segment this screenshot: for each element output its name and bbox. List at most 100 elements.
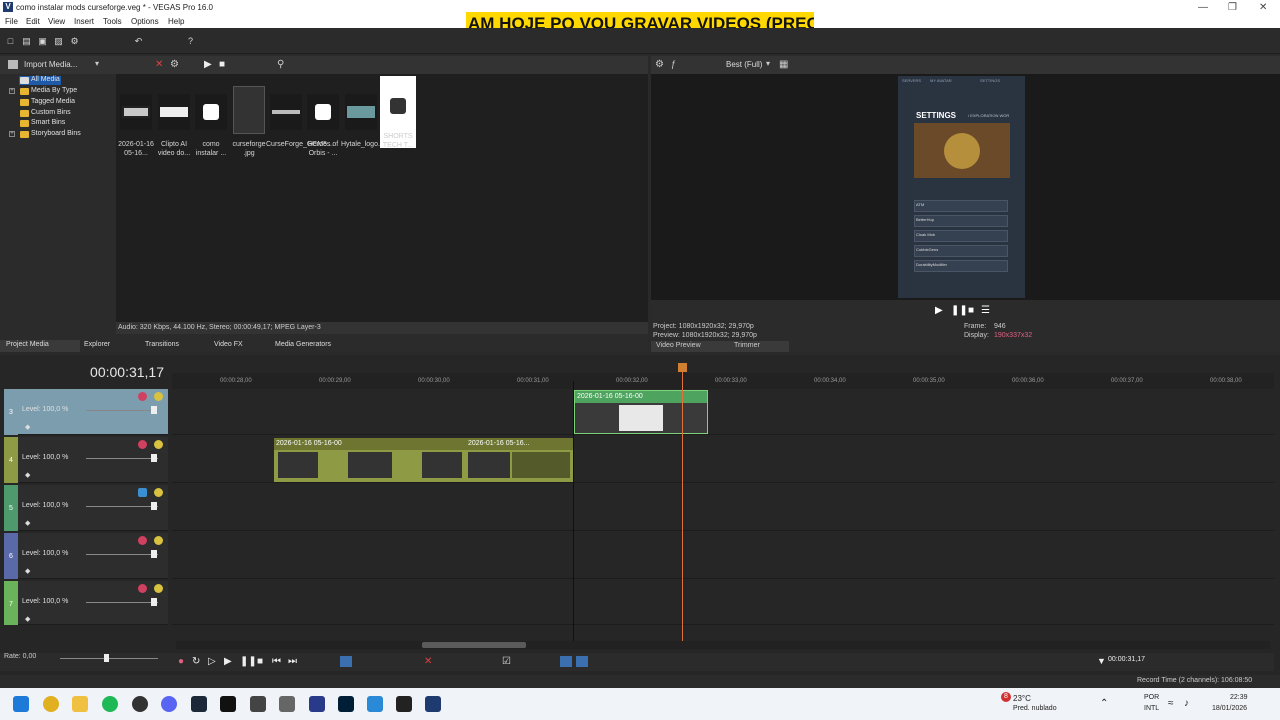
play-icon[interactable]: ▶ xyxy=(204,59,212,70)
keyframe-icon[interactable]: ◆ xyxy=(25,471,30,479)
app-icon[interactable] xyxy=(367,696,383,712)
import-media-button[interactable]: Import Media... xyxy=(24,60,77,69)
keyframe-icon[interactable]: ◆ xyxy=(25,615,30,623)
chevron-up-icon[interactable]: ⌃ xyxy=(1100,698,1108,709)
import-icon[interactable] xyxy=(8,60,18,69)
tree-custom-bins[interactable]: Custom Bins xyxy=(31,109,71,116)
fx-icon[interactable]: ƒ xyxy=(671,59,676,69)
expand-icon[interactable]: + xyxy=(9,131,15,137)
playhead-line[interactable] xyxy=(682,363,683,641)
solo-icon[interactable] xyxy=(154,584,163,593)
tree-storyboard-bins[interactable]: Storyboard Bins xyxy=(31,130,81,137)
track-lane-6[interactable] xyxy=(172,533,1274,579)
zoom-icon[interactable]: ⚲ xyxy=(277,59,284,70)
scrollbar-thumb[interactable] xyxy=(422,642,526,648)
media-item[interactable]: como instalar ... xyxy=(193,84,229,157)
go-to-end-icon[interactable]: ⏭ xyxy=(288,656,297,667)
tab-explorer[interactable]: Explorer xyxy=(84,341,110,348)
level-slider[interactable] xyxy=(86,410,158,411)
loop-icon[interactable]: ↻ xyxy=(192,656,200,667)
close-button[interactable]: ✕ xyxy=(1259,2,1267,13)
level-slider[interactable] xyxy=(86,506,158,507)
track-header-5[interactable]: 5 Level: 100,0 % ◆ xyxy=(4,485,168,531)
app-icon[interactable] xyxy=(250,696,266,712)
help-icon[interactable]: ? xyxy=(186,37,195,46)
settings-icon[interactable] xyxy=(279,696,295,712)
menu-options[interactable]: Options xyxy=(131,17,159,26)
solo-icon[interactable] xyxy=(154,440,163,449)
mute-icon[interactable] xyxy=(138,584,147,593)
media-item[interactable]: Hytale_logo.png xyxy=(341,84,392,148)
delete-icon[interactable]: ✕ xyxy=(424,656,432,667)
level-slider-knob[interactable] xyxy=(151,406,157,414)
arrow-app-icon[interactable] xyxy=(396,696,412,712)
tab-media-generators[interactable]: Media Generators xyxy=(275,341,331,348)
tab-video-preview[interactable]: Video Preview xyxy=(656,342,701,349)
quality-select[interactable]: Best (Full) xyxy=(726,60,762,69)
clock-time[interactable]: 22:39 xyxy=(1230,694,1248,701)
remove-icon[interactable]: ✕ xyxy=(155,59,163,70)
level-slider[interactable] xyxy=(86,458,158,459)
chevron-down-icon[interactable]: ▾ xyxy=(95,59,99,68)
menu-help[interactable]: Help xyxy=(168,17,184,26)
rate-slider-knob[interactable] xyxy=(104,654,109,662)
track-lane-5[interactable] xyxy=(172,485,1274,531)
keyframe-icon[interactable]: ◆ xyxy=(25,567,30,575)
new-icon[interactable]: □ xyxy=(6,37,15,46)
properties-icon[interactable]: ⚙ xyxy=(70,37,79,46)
expand-icon[interactable]: + xyxy=(9,88,15,94)
level-slider-knob[interactable] xyxy=(151,454,157,462)
capcut-icon[interactable] xyxy=(220,696,236,712)
maximize-button[interactable]: ❐ xyxy=(1228,2,1237,13)
chrome-icon[interactable] xyxy=(43,696,59,712)
menu-edit[interactable]: Edit xyxy=(26,17,40,26)
open-icon[interactable]: ▤ xyxy=(22,37,31,46)
save-icon[interactable]: ▣ xyxy=(38,37,47,46)
level-slider[interactable] xyxy=(86,554,158,555)
record-icon[interactable]: ● xyxy=(178,656,184,667)
menu-tools[interactable]: Tools xyxy=(103,17,122,26)
properties-icon[interactable]: ⚙ xyxy=(170,59,179,70)
menu-insert[interactable]: Insert xyxy=(74,17,94,26)
pause-icon[interactable]: ❚❚ xyxy=(240,656,257,667)
discord-icon[interactable] xyxy=(161,696,177,712)
weather-desc[interactable]: Pred. nublado xyxy=(1013,705,1057,712)
solo-icon[interactable] xyxy=(154,392,163,401)
wifi-icon[interactable]: ≈ xyxy=(1168,698,1174,709)
track-header-4[interactable]: 4 Level: 100,0 % ◆ xyxy=(4,437,168,483)
video-clip[interactable]: 2026-01-16 05-16-00 xyxy=(274,438,466,482)
ignore-grouping-icon[interactable] xyxy=(576,656,588,667)
spotify-icon[interactable] xyxy=(102,696,118,712)
media-item[interactable]: Heroes of Orbis - ... xyxy=(305,84,341,157)
keyframe-icon[interactable]: ◆ xyxy=(25,423,30,431)
pause-icon[interactable]: ❚❚ xyxy=(951,305,968,316)
clock-date[interactable]: 18/01/2026 xyxy=(1212,705,1247,712)
stop-icon[interactable]: ■ xyxy=(968,305,974,316)
photoshop-icon[interactable] xyxy=(338,696,354,712)
file-explorer-icon[interactable] xyxy=(72,696,88,712)
stop-icon[interactable]: ■ xyxy=(257,656,263,667)
go-to-start-icon[interactable]: ⏮ xyxy=(272,656,281,667)
video-clip[interactable]: 2026-01-16 05-16-00 xyxy=(574,390,708,434)
menu-view[interactable]: View xyxy=(48,17,65,26)
video-clip[interactable]: 2026-01-16 05-16... xyxy=(466,438,573,482)
weather-temp[interactable]: 23°C xyxy=(1013,694,1031,703)
minimize-button[interactable]: — xyxy=(1198,2,1208,13)
tab-video-fx[interactable]: Video FX xyxy=(214,341,243,348)
settings-icon[interactable]: ⚙ xyxy=(655,59,664,70)
vegas-icon[interactable] xyxy=(425,696,441,712)
tree-smart-bins[interactable]: Smart Bins xyxy=(31,119,65,126)
media-item[interactable]: CurseForge_GCM5... xyxy=(266,84,333,148)
tab-transitions[interactable]: Transitions xyxy=(145,341,179,348)
track-header-3[interactable]: 3 Level: 100,0 % ◆ xyxy=(4,389,168,435)
tree-tagged-media[interactable]: Tagged Media xyxy=(31,98,75,105)
level-slider-knob[interactable] xyxy=(151,598,157,606)
solo-icon[interactable] xyxy=(154,536,163,545)
auto-ripple-icon[interactable] xyxy=(560,656,572,667)
tree-media-by-type[interactable]: Media By Type xyxy=(31,87,77,94)
play-icon[interactable]: ▶ xyxy=(224,656,232,667)
language-2[interactable]: INTL xyxy=(1144,705,1159,712)
tree-all-media[interactable]: All Media xyxy=(31,76,60,83)
lock-icon[interactable]: ☑ xyxy=(502,656,511,667)
keyframe-icon[interactable]: ◆ xyxy=(25,519,30,527)
